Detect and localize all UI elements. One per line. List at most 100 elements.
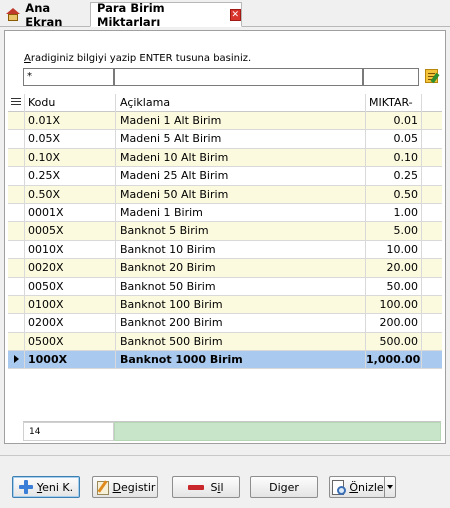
cell-kod: 0010X — [24, 240, 115, 259]
data-grid: Kodu Açiklama MIKTAR- 0.01X Madeni 1 Alt … — [8, 94, 442, 370]
cell-kod: 0.50X — [24, 185, 115, 204]
table-row[interactable]: 0001X Madeni 1 Birim 1.00 — [8, 203, 442, 223]
sil-button[interactable]: Sil — [172, 476, 240, 498]
cell-kod: 0.10X — [24, 148, 115, 167]
search-aciklama-input[interactable] — [114, 68, 363, 86]
cell-kod: 0.05X — [24, 130, 115, 149]
onizle-dropdown-button[interactable] — [384, 476, 396, 498]
cell-aciklama: Madeni 1 Alt Birim — [115, 112, 365, 130]
search-hint: Aradiginiz bilgiyi yazip ENTER tusuna ba… — [24, 53, 252, 64]
table-row[interactable]: 0010X Banknot 10 Birim 10.00 — [8, 240, 442, 260]
row-indicator — [8, 222, 24, 240]
cell-kod: 0050X — [24, 277, 115, 296]
cell-kod: 0.25X — [24, 167, 115, 186]
cell-aciklama: Madeni 1 Birim — [115, 203, 365, 222]
cell-aciklama: Madeni 10 Alt Birim — [115, 148, 365, 167]
grid-footer: 14 — [23, 421, 441, 441]
close-icon[interactable]: ✕ — [229, 8, 241, 21]
tab-para-birim-miktarlari[interactable]: Para Birim Miktarları ✕ — [90, 1, 242, 29]
diger-button[interactable]: Diger — [250, 476, 318, 498]
cell-kod: 0.01X — [24, 112, 115, 130]
row-indicator — [8, 296, 24, 314]
cell-miktar: 0.50 — [365, 185, 422, 204]
cell-miktar: 1.00 — [365, 203, 422, 222]
degistir-label: Degistir — [112, 480, 156, 494]
cell-aciklama: Banknot 20 Birim — [115, 259, 365, 278]
row-indicator — [8, 204, 24, 222]
grid-header: Kodu Açiklama MIKTAR- — [8, 94, 442, 112]
cell-kod: 0005X — [24, 222, 115, 241]
cell-aciklama: Madeni 5 Alt Birim — [115, 130, 365, 149]
diger-label: Diger — [269, 480, 299, 494]
table-row[interactable]: 0.05X Madeni 5 Alt Birim 0.05 — [8, 130, 442, 149]
cell-aciklama: Banknot 10 Birim — [115, 240, 365, 259]
cell-aciklama: Madeni 25 Alt Birim — [115, 167, 365, 186]
cell-kod: 0500X — [24, 332, 115, 351]
cell-kod: 0200X — [24, 314, 115, 333]
table-row[interactable]: 0005X Banknot 5 Birim 5.00 — [8, 222, 442, 241]
row-indicator — [8, 333, 24, 351]
cell-miktar: 0.01 — [365, 112, 422, 130]
home-icon — [6, 8, 20, 21]
row-indicator — [8, 314, 24, 332]
tab-strip: Ana Ekran Para Birim Miktarları ✕ — [0, 0, 450, 29]
row-count: 14 — [23, 422, 114, 441]
cell-kod: 0100X — [24, 295, 115, 314]
search-kod-input[interactable]: * — [23, 68, 114, 86]
footer-summary-bar — [114, 422, 441, 441]
cell-miktar: 1,000.00 — [365, 351, 422, 370]
table-row[interactable]: 0.10X Madeni 10 Alt Birim 0.10 — [8, 148, 442, 168]
app-window: Ana Ekran Para Birim Miktarları ✕ Aradig… — [0, 0, 450, 508]
row-indicator — [8, 351, 24, 369]
cell-miktar: 0.10 — [365, 148, 422, 167]
table-row[interactable]: 0500X Banknot 500 Birim 500.00 — [8, 332, 442, 352]
cell-aciklama: Banknot 5 Birim — [115, 222, 365, 241]
current-row-arrow-icon — [13, 355, 19, 364]
yeni-kayit-button[interactable]: Yeni K. — [12, 476, 80, 498]
table-row[interactable]: 1000X Banknot 1000 Birim 1,000.00 — [8, 351, 442, 370]
degistir-button[interactable]: Degistir — [92, 476, 158, 498]
search-row: * — [23, 68, 441, 86]
onizle-label: Önizle — [349, 480, 384, 494]
tab-ana-ekran-label: Ana Ekran — [25, 0, 63, 29]
column-header-aciklama[interactable]: Açiklama — [115, 94, 365, 112]
cell-miktar: 0.05 — [365, 130, 422, 149]
cell-miktar: 5.00 — [365, 222, 422, 241]
cell-aciklama: Banknot 50 Birim — [115, 277, 365, 296]
table-row[interactable]: 0.50X Madeni 50 Alt Birim 0.50 — [8, 185, 442, 204]
search-miktar-input[interactable] — [363, 68, 419, 86]
table-row[interactable]: 0100X Banknot 100 Birim 100.00 — [8, 295, 442, 315]
column-chooser-icon[interactable] — [8, 94, 24, 112]
table-row[interactable]: 0020X Banknot 20 Birim 20.00 — [8, 259, 442, 278]
cell-miktar: 0.25 — [365, 167, 422, 186]
content-panel: Aradiginiz bilgiyi yazip ENTER tusuna ba… — [4, 30, 446, 444]
preview-icon — [331, 480, 347, 495]
table-row[interactable]: 0.01X Madeni 1 Alt Birim 0.01 — [8, 112, 442, 131]
cell-aciklama: Banknot 200 Birim — [115, 314, 365, 333]
column-header-kod[interactable]: Kodu — [24, 94, 115, 112]
row-indicator — [8, 149, 24, 167]
table-row[interactable]: 0.25X Madeni 25 Alt Birim 0.25 — [8, 167, 442, 186]
cell-miktar: 50.00 — [365, 277, 422, 296]
cell-aciklama: Banknot 100 Birim — [115, 295, 365, 314]
cell-miktar: 200.00 — [365, 314, 422, 333]
cell-kod: 0001X — [24, 203, 115, 222]
row-indicator — [8, 112, 24, 130]
row-indicator — [8, 130, 24, 148]
sil-label: Sil — [210, 480, 224, 494]
table-row[interactable]: 0050X Banknot 50 Birim 50.00 — [8, 277, 442, 296]
row-indicator — [8, 278, 24, 296]
filter-edit-icon[interactable] — [424, 68, 440, 85]
column-header-miktar[interactable]: MIKTAR- — [365, 94, 422, 112]
tab-ana-ekran[interactable]: Ana Ekran — [2, 0, 88, 29]
yeni-kayit-label: Yeni K. — [36, 480, 74, 494]
cell-miktar: 10.00 — [365, 240, 422, 259]
cell-aciklama: Madeni 50 Alt Birim — [115, 185, 365, 204]
table-row[interactable]: 0200X Banknot 200 Birim 200.00 — [8, 314, 442, 333]
delete-icon — [188, 484, 205, 490]
row-indicator — [8, 259, 24, 277]
edit-icon — [95, 480, 109, 495]
onizle-button[interactable]: Önizle — [329, 476, 385, 498]
cell-miktar: 500.00 — [365, 332, 422, 351]
cell-kod: 1000X — [24, 351, 115, 370]
